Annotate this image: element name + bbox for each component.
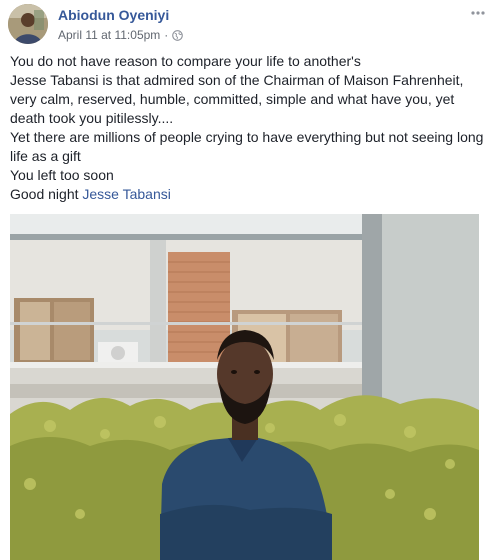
post-line: Yet there are millions of people crying … (10, 129, 484, 145)
facebook-post: Abiodun Oyeniyi April 11 at 11:05pm · Yo… (0, 0, 489, 560)
post-line: You do not have reason to compare your l… (10, 53, 361, 69)
post-line-prefix: Good night (10, 186, 83, 202)
author-name[interactable]: Abiodun Oyeniyi (58, 7, 169, 23)
post-line: life as a gift (10, 148, 81, 164)
post-line-last: Good night Jesse Tabansi (10, 185, 485, 204)
mention-link[interactable]: Jesse Tabansi (82, 186, 170, 202)
post-body: You do not have reason to compare your l… (10, 52, 485, 204)
post-line: You left too soon (10, 167, 114, 183)
author-avatar[interactable] (8, 4, 48, 44)
post-meta: April 11 at 11:05pm · (58, 28, 184, 42)
more-options-icon[interactable] (470, 8, 486, 18)
post-line: very calm, reserved, humble, committed, … (10, 91, 455, 107)
post-photo[interactable] (10, 214, 479, 560)
post-timestamp[interactable]: April 11 at 11:05pm (58, 28, 160, 42)
post-line: death took you pitilessly.... (10, 110, 174, 126)
post-line: Jesse Tabansi is that admired son of the… (10, 72, 464, 88)
globe-icon[interactable] (172, 29, 184, 41)
meta-separator: · (164, 28, 169, 42)
